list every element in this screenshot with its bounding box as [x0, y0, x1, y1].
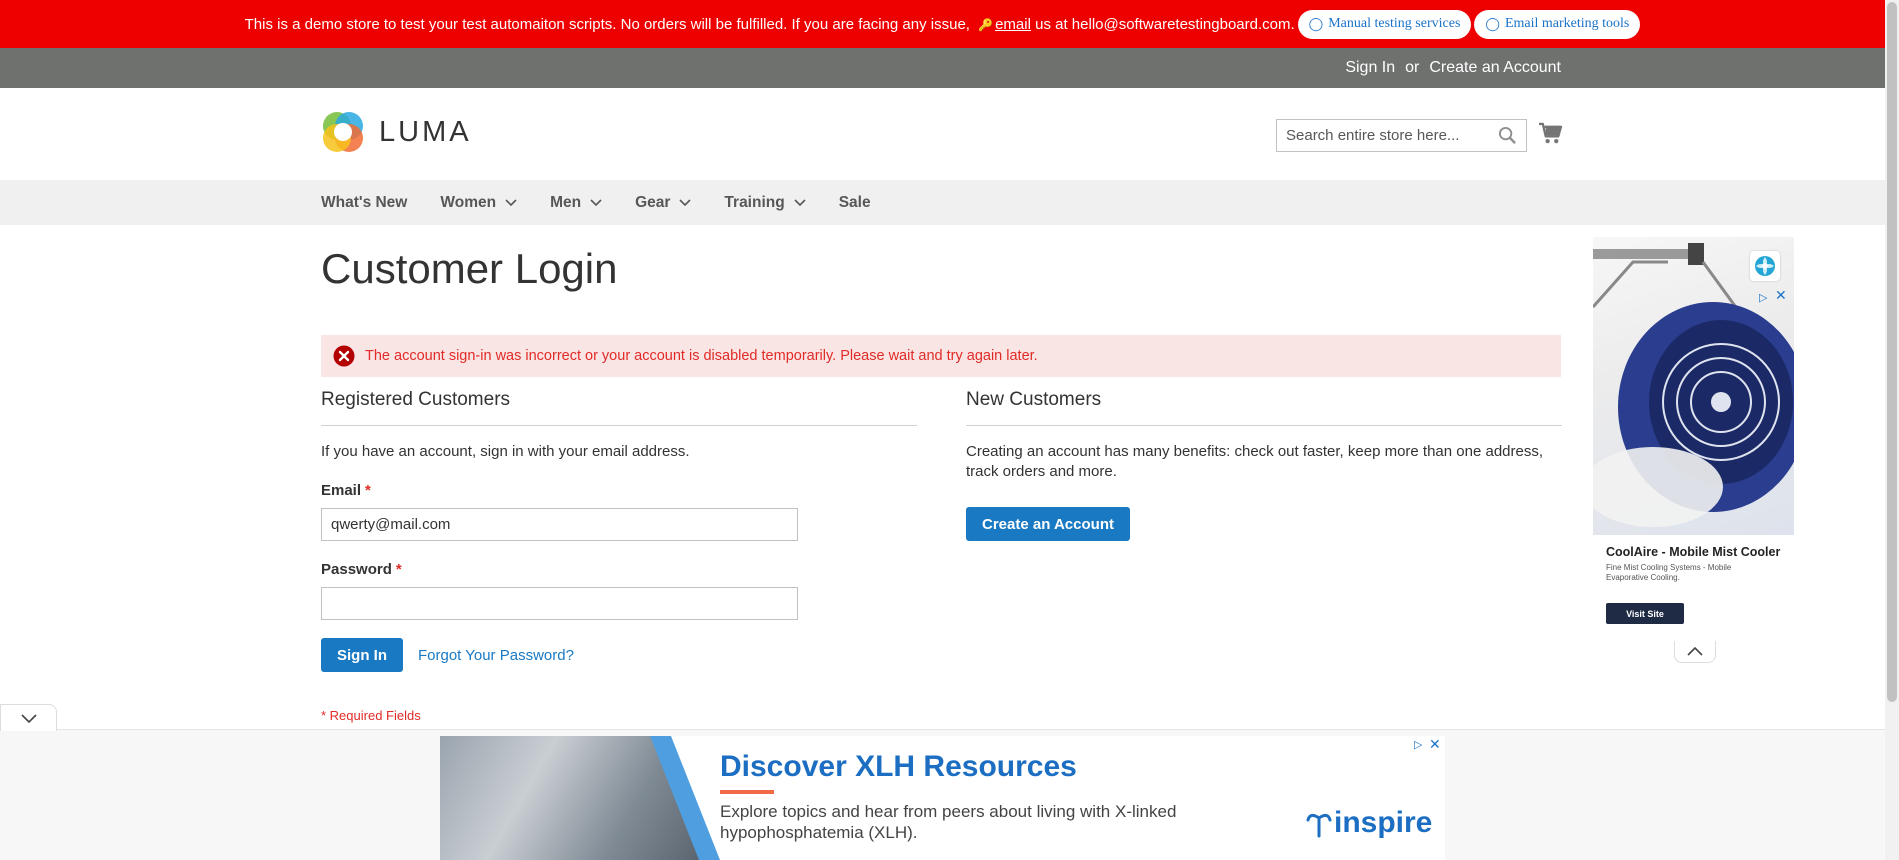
- scrollbar-thumb[interactable]: [1887, 2, 1897, 702]
- nav-item-label: Women: [440, 193, 497, 211]
- chevron-down-icon: [20, 713, 37, 723]
- close-icon[interactable]: ✕: [1775, 287, 1787, 304]
- collapse-bottom-ad-button[interactable]: [0, 704, 57, 731]
- close-icon[interactable]: ✕: [1429, 736, 1441, 753]
- registered-customers-heading: Registered Customers: [321, 387, 917, 426]
- demo-banner-text-after: us at hello@softwaretestingboard.com.: [1035, 15, 1295, 33]
- error-message: The account sign-in was incorrect or you…: [321, 335, 1561, 377]
- nav-item-gear[interactable]: Gear: [635, 194, 691, 212]
- page-title: Customer Login: [321, 245, 618, 292]
- key-icon: 🔑: [978, 17, 994, 32]
- inspire-logo-icon: [1306, 813, 1332, 838]
- mist-cooler-image: [1593, 243, 1794, 527]
- logo-text: LUMA: [379, 115, 472, 148]
- chevron-down-icon: [505, 198, 517, 206]
- password-label: Password *: [321, 561, 917, 578]
- email-label-text: Email: [321, 482, 362, 499]
- search-box: [1276, 119, 1527, 152]
- email-marketing-tools-link[interactable]: ◯ Email marketing tools: [1474, 9, 1641, 39]
- nav-item-training[interactable]: Training: [724, 193, 806, 212]
- search-input[interactable]: [1286, 127, 1496, 144]
- tag-icon: ◯: [1485, 16, 1500, 31]
- email-label: Email *: [321, 482, 917, 499]
- demo-banner-text: This is a demo store to test your test a…: [244, 15, 970, 33]
- visit-site-button[interactable]: Visit Site: [1606, 603, 1684, 624]
- demo-banner-message: This is a demo store to test your test a…: [245, 16, 1295, 33]
- required-mark: *: [395, 561, 402, 578]
- registered-customers-section: Registered Customers If you have an acco…: [321, 387, 917, 672]
- required-mark: *: [365, 482, 371, 499]
- nav-item-label: What's New: [321, 193, 408, 211]
- create-account-button[interactable]: Create an Account: [966, 507, 1130, 541]
- password-label-text: Password: [321, 561, 392, 578]
- main-navigation: What's New Women Men Gear Training Sale: [0, 180, 1885, 225]
- nav-item-women[interactable]: Women: [440, 194, 517, 212]
- registered-customers-intro: If you have an account, sign in with you…: [321, 443, 690, 460]
- error-icon: [333, 345, 355, 367]
- nav-item-label: Training: [724, 193, 785, 211]
- sign-in-link[interactable]: Sign In: [1345, 59, 1395, 77]
- luma-logo-icon: [323, 112, 363, 152]
- nav-item-men[interactable]: Men: [550, 194, 602, 212]
- login-actions: Sign In Forgot Your Password?: [321, 638, 917, 672]
- nav-item-sale[interactable]: Sale: [839, 194, 871, 212]
- adchoices-icon[interactable]: ▷: [1759, 291, 1767, 304]
- demo-banner: This is a demo store to test your test a…: [0, 0, 1885, 48]
- nav-item-label: Sale: [838, 193, 871, 211]
- nav-item-whats-new[interactable]: What's New: [321, 194, 407, 212]
- email-link[interactable]: email: [995, 16, 1031, 33]
- shopping-cart-icon[interactable]: [1538, 122, 1563, 145]
- ad-brand-badge: [1750, 251, 1780, 281]
- new-customers-intro: Creating an account has many benefits: c…: [966, 443, 1544, 480]
- create-account-link[interactable]: Create an Account: [1429, 59, 1561, 77]
- forgot-password-link[interactable]: Forgot Your Password?: [418, 647, 574, 664]
- chevron-up-icon: [1687, 647, 1703, 656]
- tag-icon: ◯: [1308, 16, 1324, 31]
- pill-label: Email marketing tools: [1504, 16, 1630, 31]
- new-customers-section: New Customers Creating an account has ma…: [966, 387, 1562, 541]
- bottom-advertisement[interactable]: Discover XLH Resources Explore topics an…: [440, 736, 1445, 860]
- chevron-down-icon: [590, 198, 602, 206]
- nav-item-label: Gear: [635, 193, 671, 211]
- luma-logo[interactable]: LUMA: [321, 110, 472, 154]
- email-field[interactable]: [321, 508, 798, 541]
- ad-title: CoolAire - Mobile Mist Cooler: [1606, 545, 1781, 559]
- ad-headline-underline: [720, 790, 774, 794]
- ad-headline: Discover XLH Resources: [720, 750, 1077, 783]
- site-header: LUMA: [0, 88, 1885, 180]
- page-scrollbar[interactable]: [1885, 0, 1899, 860]
- side-advertisement[interactable]: ▷ ✕ CoolAire - Mobile Mist Cooler Fine M…: [1593, 237, 1794, 642]
- manual-testing-services-link[interactable]: ◯ Manual testing services: [1297, 9, 1472, 39]
- chevron-down-icon: [794, 198, 806, 206]
- ad-product-image: [1593, 237, 1794, 535]
- password-field[interactable]: [321, 587, 798, 620]
- ad-body: Explore topics and hear from peers about…: [720, 802, 1177, 842]
- chevron-down-icon: [679, 198, 691, 206]
- ad-brand: inspire: [1306, 806, 1432, 840]
- ad-description: Fine Mist Cooling Systems - Mobile Evapo…: [1606, 563, 1732, 582]
- fan-icon: [1755, 256, 1775, 276]
- pill-label: Manual testing services: [1328, 16, 1461, 31]
- adchoices-icon[interactable]: ▷: [1414, 738, 1422, 751]
- search-icon[interactable]: [1498, 126, 1517, 145]
- account-bar: Sign In or Create an Account: [0, 48, 1885, 88]
- new-customers-heading: New Customers: [966, 387, 1562, 426]
- error-text: The account sign-in was incorrect or you…: [365, 348, 1038, 364]
- sign-in-button[interactable]: Sign In: [321, 638, 403, 672]
- or-separator: or: [1405, 59, 1420, 76]
- ad-brand-text: inspire: [1334, 806, 1433, 839]
- collapse-side-ad-button[interactable]: [1674, 641, 1716, 663]
- required-fields-note: * Required Fields: [321, 708, 421, 723]
- nav-item-label: Men: [550, 193, 582, 211]
